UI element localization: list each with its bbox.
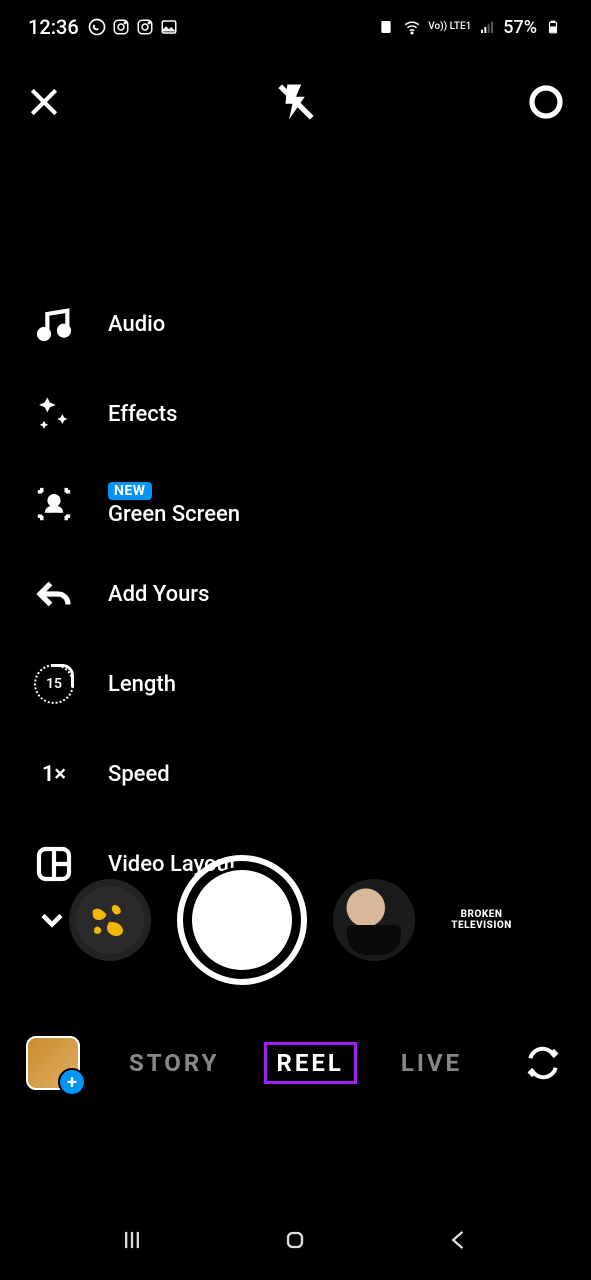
effect-broken-tv[interactable]: BROKEN TELEVISION xyxy=(441,879,523,961)
broken-tv-line1: BROKEN xyxy=(451,909,512,920)
reply-arrow-icon xyxy=(30,570,78,618)
tool-effects-label: Effects xyxy=(108,402,177,427)
tool-speed[interactable]: 1× Speed xyxy=(30,750,240,798)
speed-value: 1× xyxy=(42,762,66,787)
tool-add-yours[interactable]: Add Yours xyxy=(30,570,240,618)
capture-row: BROKEN TELEVISION xyxy=(0,850,591,990)
tool-length[interactable]: 15 Length xyxy=(30,660,240,708)
gallery-button[interactable]: + xyxy=(26,1036,80,1090)
effect-globe[interactable] xyxy=(69,879,151,961)
switch-camera-button[interactable] xyxy=(521,1041,565,1085)
plus-icon: + xyxy=(58,1068,86,1096)
nav-home[interactable] xyxy=(273,1218,317,1262)
tool-audio[interactable]: Audio xyxy=(30,300,240,348)
flash-off-icon xyxy=(275,81,317,123)
new-badge: NEW xyxy=(108,482,152,500)
status-left: 12:36 xyxy=(28,15,179,39)
tool-effects[interactable]: Effects xyxy=(30,390,240,438)
nav-back[interactable] xyxy=(437,1218,481,1262)
tool-green-screen[interactable]: NEW Green Screen xyxy=(30,480,240,528)
music-icon xyxy=(30,300,78,348)
person-frame-icon xyxy=(30,480,78,528)
instagram-icon xyxy=(111,17,131,37)
top-bar xyxy=(0,72,591,136)
network-label: Vo)) LTE1 xyxy=(428,22,471,32)
tool-add-yours-label: Add Yours xyxy=(108,582,209,607)
battery-text: 57% xyxy=(503,17,537,38)
status-right: Vo)) LTE1 57% xyxy=(376,17,563,38)
gear-icon xyxy=(525,81,567,123)
mode-reel[interactable]: REEL xyxy=(264,1042,357,1084)
speed-icon: 1× xyxy=(30,750,78,798)
back-icon xyxy=(445,1226,473,1254)
close-button[interactable] xyxy=(24,82,64,126)
nav-recents[interactable] xyxy=(110,1218,154,1262)
tool-green-screen-label: Green Screen xyxy=(108,502,240,527)
battery-icon xyxy=(543,17,563,37)
status-time: 12:36 xyxy=(28,15,79,39)
android-nav xyxy=(0,1200,591,1280)
mode-row: + STORY REEL LIVE xyxy=(0,1028,591,1098)
home-icon xyxy=(281,1226,309,1254)
length-icon: 15 xyxy=(30,660,78,708)
mode-story[interactable]: STORY xyxy=(119,1045,230,1081)
image-icon xyxy=(159,17,179,37)
recents-icon xyxy=(118,1226,146,1254)
close-icon xyxy=(24,82,64,122)
tool-length-label: Length xyxy=(108,672,176,697)
tools-list: Audio Effects NEW Green Screen Add Yours… xyxy=(30,300,240,888)
settings-button[interactable] xyxy=(525,81,567,127)
switch-camera-icon xyxy=(524,1044,562,1082)
sd-icon xyxy=(376,17,396,37)
flash-button[interactable] xyxy=(275,81,317,127)
signal-icon xyxy=(477,17,497,37)
collapse-tools-button[interactable] xyxy=(30,898,74,942)
instagram-icon-2 xyxy=(135,17,155,37)
mode-live[interactable]: LIVE xyxy=(391,1045,472,1081)
globe-icon xyxy=(84,894,136,946)
sparkles-icon xyxy=(30,390,78,438)
tool-speed-label: Speed xyxy=(108,762,170,787)
effect-person[interactable] xyxy=(333,879,415,961)
length-value: 15 xyxy=(46,676,62,692)
tool-audio-label: Audio xyxy=(108,312,165,337)
chevron-down-icon xyxy=(34,902,70,938)
shutter-inner xyxy=(189,867,295,973)
whatsapp-icon xyxy=(87,17,107,37)
broken-tv-line2: TELEVISION xyxy=(451,920,512,931)
wifi-icon xyxy=(402,17,422,37)
status-bar: 12:36 Vo)) LTE1 57% xyxy=(0,0,591,54)
shutter-button[interactable] xyxy=(177,855,307,985)
